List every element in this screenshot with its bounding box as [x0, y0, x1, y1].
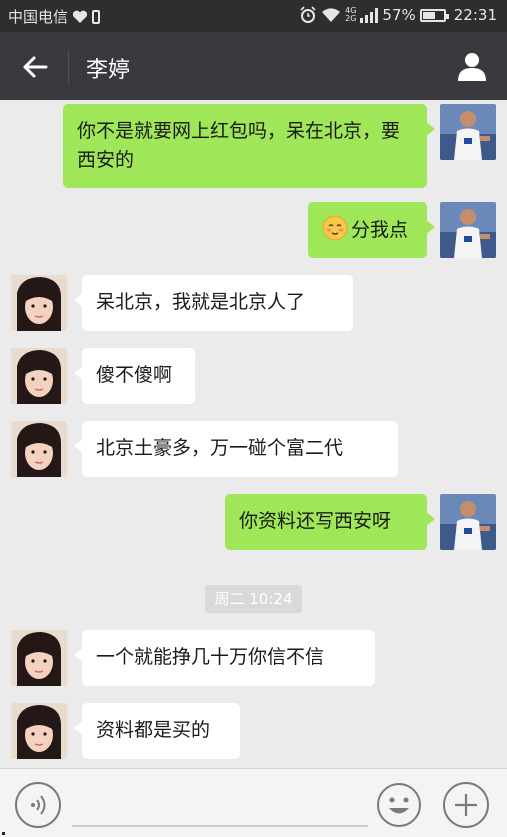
- my-avatar[interactable]: [440, 494, 496, 550]
- message-bubble-outgoing[interactable]: 分我点: [308, 202, 435, 258]
- my-avatar[interactable]: [440, 202, 496, 258]
- battery-icon: [419, 8, 449, 22]
- chat-title: 李婷: [86, 58, 131, 83]
- profile-icon[interactable]: [455, 49, 489, 83]
- message-text: 傻不傻啊: [96, 364, 173, 386]
- message-bubble-incoming[interactable]: 北京土豪多，万一碰个富二代: [74, 421, 398, 477]
- contact-avatar[interactable]: [11, 348, 67, 404]
- message-bubble-incoming[interactable]: 资料都是买的: [74, 703, 240, 759]
- wifi-icon: [322, 8, 341, 22]
- my-avatar[interactable]: [440, 104, 496, 160]
- contact-avatar[interactable]: [11, 421, 67, 477]
- header-divider: [68, 50, 69, 84]
- message-list[interactable]: 你不是就要网上红包吗，呆在北京，要西安的 分我点 呆北京，我就是北京人了 傻不傻…: [0, 100, 507, 768]
- message-bubble-incoming[interactable]: 呆北京，我就是北京人了: [74, 275, 353, 331]
- battery-percent: 57%: [382, 6, 416, 24]
- emoji-icon[interactable]: [376, 782, 422, 828]
- carrier-label: 中国电信: [8, 8, 69, 26]
- signal-icon: [360, 7, 379, 23]
- message-text: 一个就能挣几十万你信不信: [96, 646, 325, 668]
- corner-dot: [2, 832, 5, 835]
- plus-icon: [455, 794, 477, 816]
- message-text: 分我点: [351, 219, 409, 241]
- phone-icon: [92, 9, 101, 24]
- message-bubble-incoming[interactable]: 傻不傻啊: [74, 348, 195, 404]
- plus-button[interactable]: [443, 782, 489, 828]
- message-bubble-incoming[interactable]: 一个就能挣几十万你信不信: [74, 630, 375, 686]
- contact-avatar[interactable]: [11, 275, 67, 331]
- clock: 22:31: [453, 6, 497, 24]
- contact-avatar[interactable]: [11, 703, 67, 759]
- message-text: 你不是就要网上红包吗，呆在北京，要西安的: [77, 120, 401, 171]
- back-arrow-icon[interactable]: [18, 50, 52, 84]
- alarm-icon: [300, 6, 316, 23]
- blushing-face-icon: [322, 215, 348, 241]
- voice-button[interactable]: [15, 782, 61, 828]
- voice-icon: [31, 795, 46, 815]
- message-text: 你资料还写西安呀: [239, 510, 392, 532]
- network-type: 4G 2G: [345, 6, 357, 23]
- status-bar: 中国电信 4G 2G 57% 22:31: [0, 0, 507, 32]
- battery-fill: [422, 11, 436, 19]
- message-bubble-outgoing[interactable]: 你不是就要网上红包吗，呆在北京，要西安的: [63, 104, 435, 188]
- heart-icon: [72, 10, 88, 23]
- input-bar: [0, 768, 507, 837]
- message-input[interactable]: [72, 825, 368, 827]
- chat-header: 李婷: [0, 32, 507, 100]
- message-bubble-outgoing[interactable]: 你资料还写西安呀: [225, 494, 435, 550]
- message-text: 呆北京，我就是北京人了: [96, 291, 306, 313]
- contact-avatar[interactable]: [11, 630, 67, 686]
- timestamp-divider: 周二 10:24: [205, 585, 302, 613]
- message-text: 资料都是买的: [96, 719, 211, 741]
- message-text: 北京土豪多，万一碰个富二代: [96, 437, 344, 459]
